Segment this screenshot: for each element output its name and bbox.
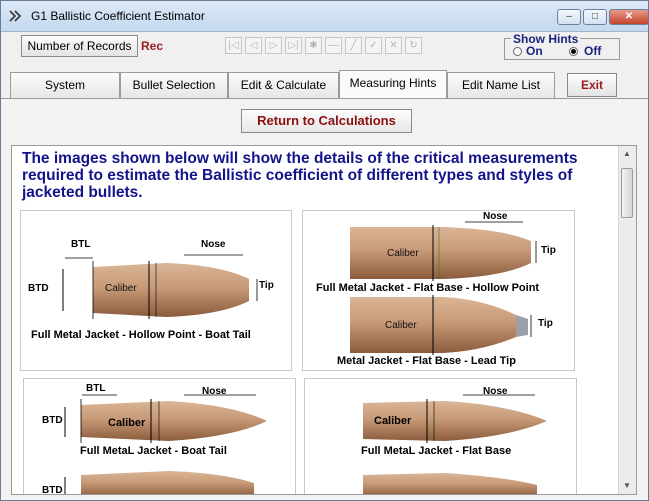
diagram-caption: Full MetaL Jacket - Boat Tail [80, 445, 227, 457]
tab-strip: System Bullet Selection Edit & Calculate… [1, 70, 648, 116]
btd-label: BTD [28, 283, 49, 294]
vertical-scrollbar[interactable]: ▲ ▼ [618, 146, 636, 494]
caliber-label: Caliber [108, 417, 146, 429]
diagram-caption: Full MetaL Jacket - Flat Base [361, 445, 512, 457]
maximize-button[interactable]: □ [583, 9, 607, 25]
exit-button[interactable]: Exit [567, 73, 617, 97]
caliber-label: Caliber [387, 248, 419, 259]
post-edit-icon[interactable]: ✓ [365, 37, 382, 54]
close-button[interactable]: ✕ [609, 9, 648, 25]
diagram-fmj-bt: BTL Nose BTD Caliber Full MetaL Jacket -… [23, 378, 296, 495]
tip-label: Tip [538, 318, 553, 329]
btl-label: BTL [86, 383, 106, 394]
hints-content: The images shown below will show the det… [11, 145, 637, 495]
btl-label: BTL [71, 239, 91, 250]
bullet-fmj-flat-base-image [363, 394, 547, 494]
first-record-icon[interactable]: |◁ [225, 37, 242, 54]
app-logo-icon [9, 10, 22, 22]
hints-on-radio[interactable] [513, 47, 522, 56]
tip-label: Tip [541, 245, 556, 256]
diagram-fmj-hp-bt: BTL Nose BTD Caliber Tip Full Metal Jack… [20, 210, 292, 371]
hints-off-label: Off [584, 44, 602, 58]
intro-text: The images shown below will show the det… [22, 150, 578, 201]
diagram-flat-base-group: Nose Caliber Tip Full Metal Jacket - Fla… [302, 210, 575, 371]
title-bar: G1 Ballistic Coefficient Estimator – □ ✕ [1, 1, 648, 32]
caliber-label: Caliber [105, 283, 137, 294]
scroll-thumb[interactable] [621, 168, 633, 218]
window-title: G1 Ballistic Coefficient Estimator [31, 9, 205, 23]
show-hints-group: Show Hints On Off [504, 33, 620, 60]
rec-label: Rec [141, 39, 164, 53]
caliber-label: Caliber [385, 320, 417, 331]
diagram-fmj-flat-base: Nose Caliber Full MetaL Jacket - Flat Ba… [304, 378, 577, 494]
tab-edit-name-list[interactable]: Edit Name List [447, 72, 555, 98]
scroll-up-icon[interactable]: ▲ [619, 146, 635, 162]
last-record-icon[interactable]: ▷| [285, 37, 302, 54]
refresh-icon[interactable]: ↻ [405, 37, 422, 54]
tab-system[interactable]: System [10, 72, 120, 98]
tab-measuring-hints[interactable]: Measuring Hints [339, 70, 447, 99]
diagram-caption: Full Metal Jacket - Hollow Point - Boat … [31, 329, 251, 341]
btd-label: BTD [42, 485, 63, 495]
previous-record-icon[interactable]: ◁ [245, 37, 262, 54]
show-hints-title: Show Hints [511, 32, 581, 46]
number-of-records-button[interactable]: Number of Records [21, 35, 138, 57]
nose-label: Nose [201, 239, 226, 250]
return-to-calculations-button[interactable]: Return to Calculations [241, 109, 412, 133]
diagram-caption: Metal Jacket - Flat Base - Lead Tip [337, 355, 516, 367]
bullet-partial-image [64, 471, 254, 494]
tab-edit-calculate[interactable]: Edit & Calculate B.C. [228, 72, 339, 116]
toolbar: Number of Records Rec |◁ ◁ ▷ ▷| ✱ — ╱ ✓ … [1, 32, 648, 70]
app-window: G1 Ballistic Coefficient Estimator – □ ✕… [0, 0, 649, 501]
hints-on-label: On [526, 44, 543, 58]
scroll-down-icon[interactable]: ▼ [619, 478, 635, 494]
measuring-hints-panel: Return to Calculations The images shown … [1, 98, 648, 500]
diagram-caption: Full Metal Jacket - Flat Base - Hollow P… [316, 282, 540, 294]
new-record-icon[interactable]: ✱ [305, 37, 322, 54]
bullet-fmj-hp-bt-image [62, 254, 258, 319]
nose-label: Nose [483, 386, 508, 397]
cancel-edit-icon[interactable]: ✕ [385, 37, 402, 54]
delete-record-icon[interactable]: — [325, 37, 342, 54]
edit-record-icon[interactable]: ╱ [345, 37, 362, 54]
btd-label: BTD [42, 415, 63, 426]
caliber-label: Caliber [374, 415, 412, 427]
hints-off-radio[interactable] [569, 47, 578, 56]
minimize-button[interactable]: – [557, 9, 581, 25]
tip-label: Tip [259, 280, 274, 291]
nose-label: Nose [483, 211, 508, 222]
tab-bullet-selection[interactable]: Bullet Selection [120, 72, 228, 98]
next-record-icon[interactable]: ▷ [265, 37, 282, 54]
nose-label: Nose [202, 386, 227, 397]
